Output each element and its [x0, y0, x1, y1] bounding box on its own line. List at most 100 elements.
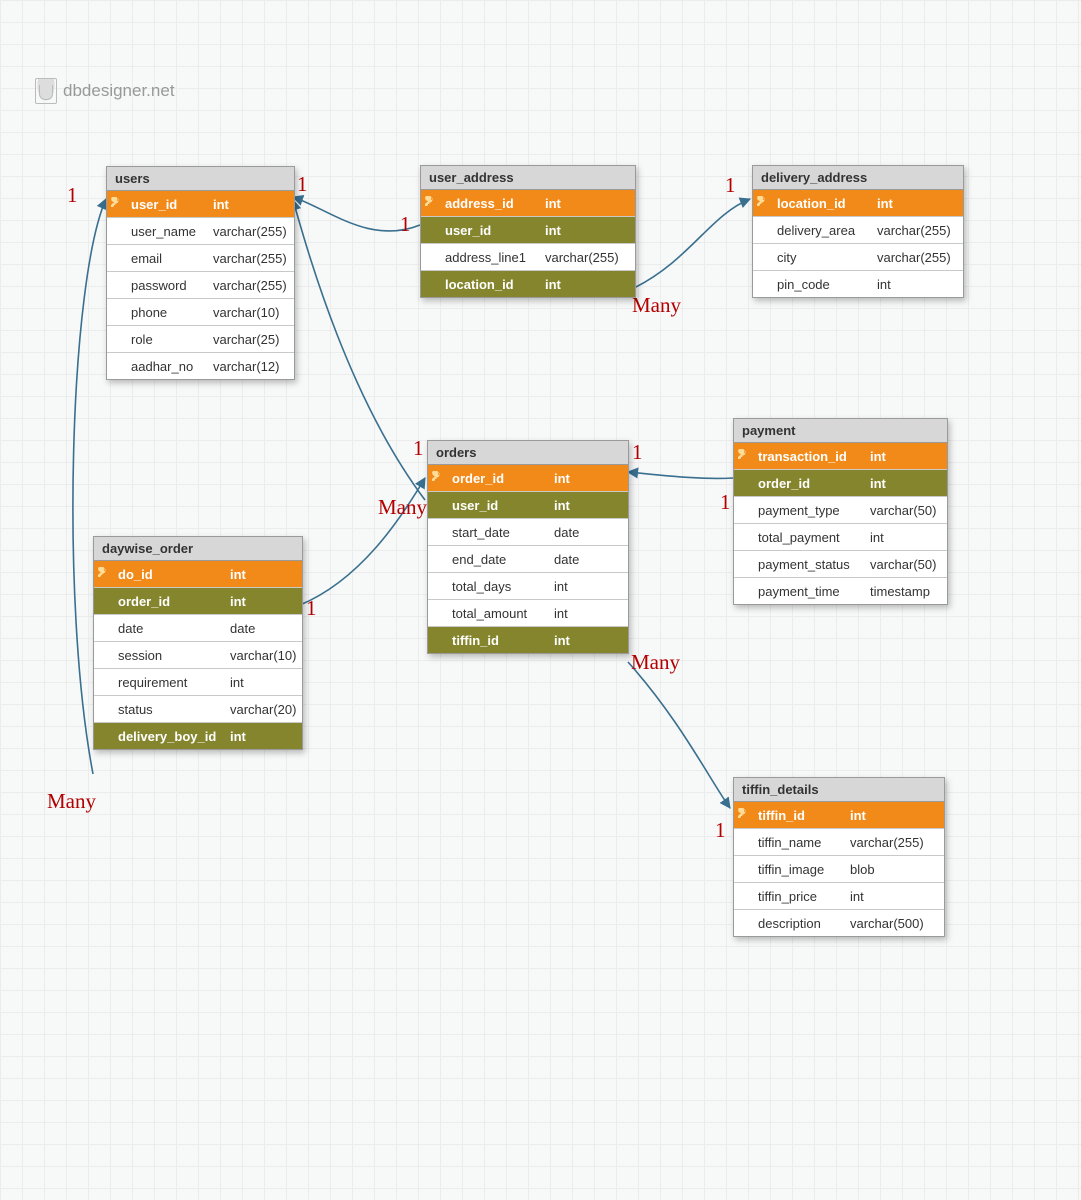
column-type: int [871, 273, 963, 296]
table-daywise-order[interactable]: daywise_orderdo_idintorder_idintdatedate… [93, 536, 303, 750]
column-row[interactable]: requirementint [94, 669, 302, 696]
column-row[interactable]: pin_codeint [753, 271, 963, 297]
column-row[interactable]: order_idint [428, 465, 628, 492]
column-row[interactable]: payment_typevarchar(50) [734, 497, 947, 524]
column-name: order_id [112, 590, 224, 613]
column-type: varchar(50) [864, 553, 947, 576]
column-name: start_date [446, 521, 548, 544]
column-row[interactable]: user_namevarchar(255) [107, 218, 294, 245]
column-name: payment_status [752, 553, 864, 576]
column-row[interactable]: tiffin_idint [428, 627, 628, 653]
column-row[interactable]: start_datedate [428, 519, 628, 546]
column-row[interactable]: delivery_areavarchar(255) [753, 217, 963, 244]
cardinality-label: 1 [67, 183, 78, 208]
column-name: user_name [125, 220, 207, 243]
cardinality-label: Many [47, 789, 96, 814]
column-row[interactable]: tiffin_namevarchar(255) [734, 829, 944, 856]
table-title[interactable]: daywise_order [94, 537, 302, 561]
column-row[interactable]: total_daysint [428, 573, 628, 600]
column-name: city [771, 246, 871, 269]
column-name: user_id [125, 193, 207, 216]
column-row[interactable]: user_idint [428, 492, 628, 519]
column-row[interactable]: descriptionvarchar(500) [734, 910, 944, 936]
table-title[interactable]: tiffin_details [734, 778, 944, 802]
column-row[interactable]: user_idint [107, 191, 294, 218]
column-row[interactable]: sessionvarchar(10) [94, 642, 302, 669]
column-type: int [864, 526, 947, 549]
column-row[interactable]: total_paymentint [734, 524, 947, 551]
column-row[interactable]: do_idint [94, 561, 302, 588]
cardinality-label: Many [631, 650, 680, 675]
table-title[interactable]: users [107, 167, 294, 191]
column-name: location_id [439, 273, 539, 296]
column-name: location_id [771, 192, 871, 215]
column-row[interactable]: transaction_idint [734, 443, 947, 470]
column-row[interactable]: datedate [94, 615, 302, 642]
column-row[interactable]: tiffin_idint [734, 802, 944, 829]
column-name: payment_time [752, 580, 864, 603]
column-name: date [112, 617, 224, 640]
column-row[interactable]: tiffin_imageblob [734, 856, 944, 883]
column-type: varchar(255) [207, 220, 294, 243]
column-type: int [548, 467, 628, 490]
cardinality-label: 1 [413, 436, 424, 461]
column-row[interactable]: aadhar_novarchar(12) [107, 353, 294, 379]
column-name: password [125, 274, 207, 297]
column-type: varchar(255) [207, 247, 294, 270]
table-users[interactable]: usersuser_idintuser_namevarchar(255)emai… [106, 166, 295, 380]
column-name: tiffin_id [446, 629, 548, 652]
key-icon [94, 567, 112, 582]
table-title[interactable]: delivery_address [753, 166, 963, 190]
cardinality-label: 1 [715, 818, 726, 843]
column-row[interactable]: user_idint [421, 217, 635, 244]
table-title[interactable]: user_address [421, 166, 635, 190]
column-name: delivery_area [771, 219, 871, 242]
table-payment[interactable]: paymenttransaction_idintorder_idintpayme… [733, 418, 948, 605]
column-row[interactable]: payment_timetimestamp [734, 578, 947, 604]
column-row[interactable]: address_line1varchar(255) [421, 244, 635, 271]
column-row[interactable]: total_amountint [428, 600, 628, 627]
column-row[interactable]: statusvarchar(20) [94, 696, 302, 723]
cardinality-label: Many [632, 293, 681, 318]
column-row[interactable]: order_idint [734, 470, 947, 497]
table-delivery-address[interactable]: delivery_addresslocation_idintdelivery_a… [752, 165, 964, 298]
key-icon [428, 471, 446, 486]
database-icon [35, 78, 57, 104]
column-row[interactable]: phonevarchar(10) [107, 299, 294, 326]
key-icon [421, 196, 439, 211]
column-row[interactable]: payment_statusvarchar(50) [734, 551, 947, 578]
column-type: int [548, 494, 628, 517]
column-row[interactable]: end_datedate [428, 546, 628, 573]
column-row[interactable]: cityvarchar(255) [753, 244, 963, 271]
key-icon [734, 449, 752, 464]
column-name: total_amount [446, 602, 548, 625]
column-name: total_payment [752, 526, 864, 549]
column-row[interactable]: tiffin_priceint [734, 883, 944, 910]
key-icon [734, 808, 752, 823]
column-type: varchar(255) [844, 831, 944, 854]
column-row[interactable]: address_idint [421, 190, 635, 217]
table-tiffin-details[interactable]: tiffin_detailstiffin_idinttiffin_namevar… [733, 777, 945, 937]
column-row[interactable]: order_idint [94, 588, 302, 615]
column-row[interactable]: passwordvarchar(255) [107, 272, 294, 299]
column-name: order_id [752, 472, 864, 495]
cardinality-label: 1 [725, 173, 736, 198]
column-type: varchar(255) [539, 246, 635, 269]
column-name: tiffin_image [752, 858, 844, 881]
table-orders[interactable]: ordersorder_idintuser_idintstart_datedat… [427, 440, 629, 654]
table-title[interactable]: orders [428, 441, 628, 465]
column-row[interactable]: rolevarchar(25) [107, 326, 294, 353]
table-user-address[interactable]: user_addressaddress_idintuser_idintaddre… [420, 165, 636, 298]
column-name: transaction_id [752, 445, 864, 468]
column-row[interactable]: location_idint [421, 271, 635, 297]
cardinality-label: 1 [720, 490, 731, 515]
er-diagram-canvas[interactable]: dbdesigner.net 1 1 1 1 Many 1 [0, 0, 1081, 1200]
column-row[interactable]: location_idint [753, 190, 963, 217]
column-row[interactable]: delivery_boy_idint [94, 723, 302, 749]
table-title[interactable]: payment [734, 419, 947, 443]
column-type: int [224, 563, 302, 586]
column-row[interactable]: emailvarchar(255) [107, 245, 294, 272]
column-type: int [844, 885, 944, 908]
column-type: int [224, 590, 302, 613]
column-type: timestamp [864, 580, 947, 603]
